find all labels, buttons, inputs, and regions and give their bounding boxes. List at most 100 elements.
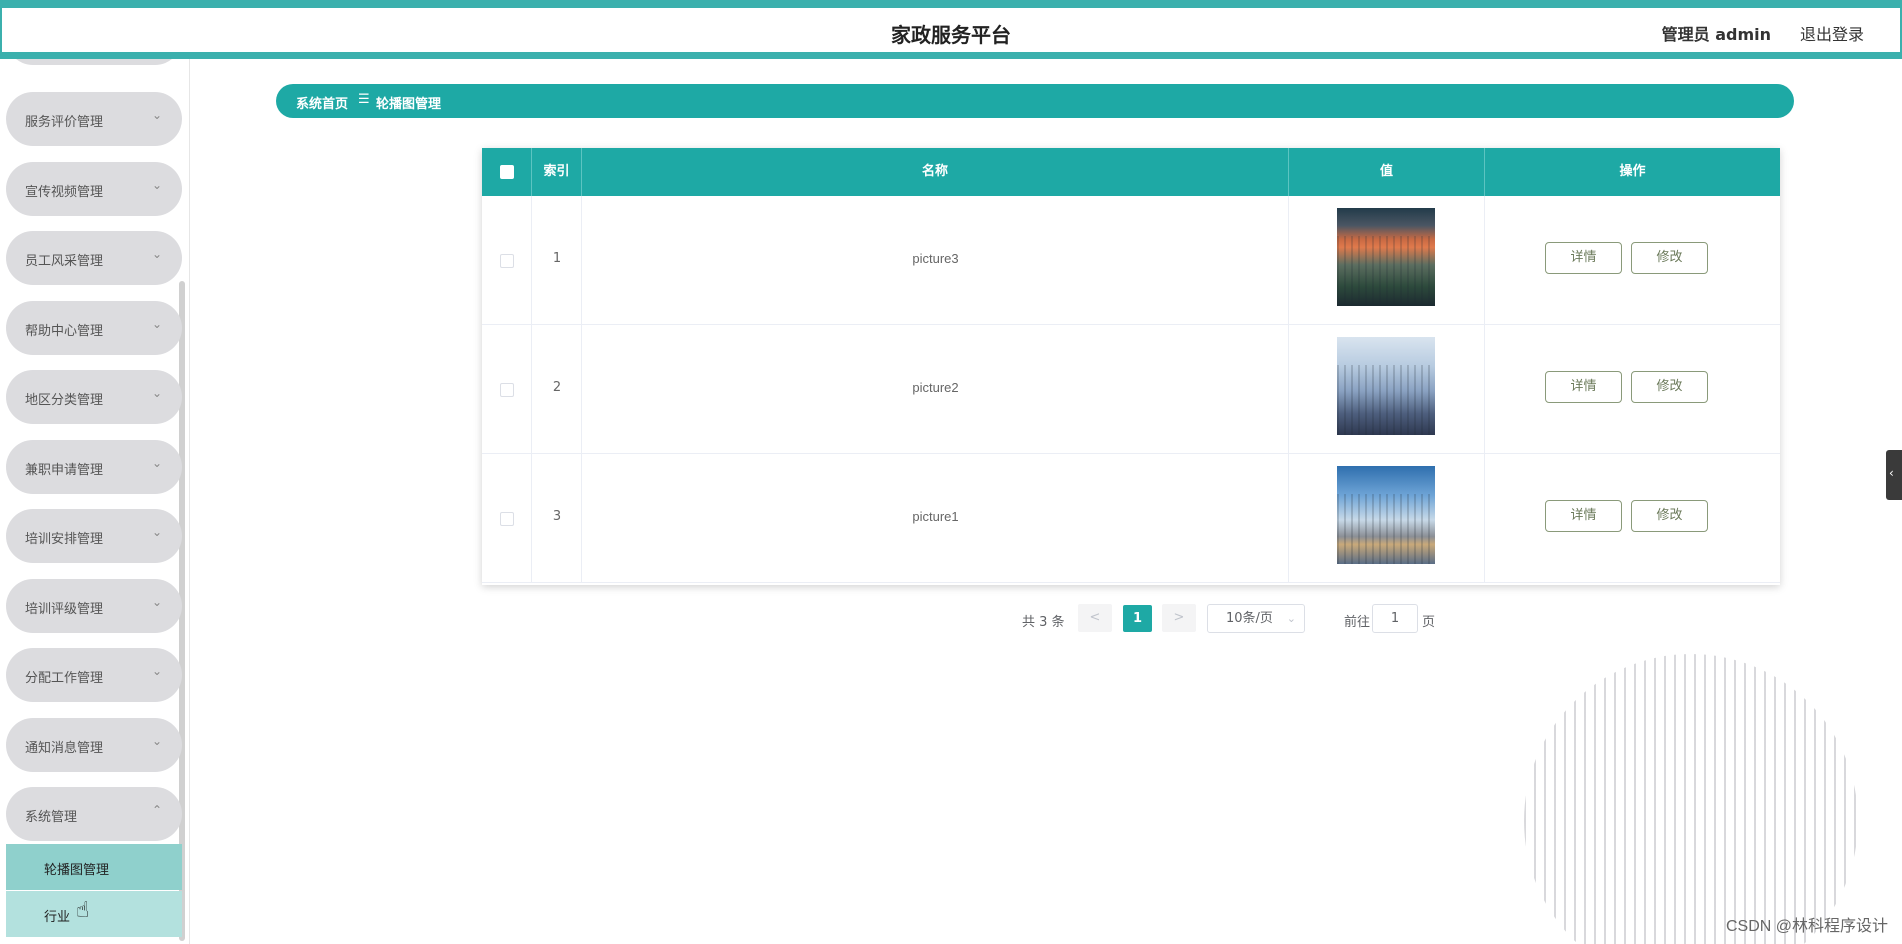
- value-cell: [1289, 325, 1485, 454]
- goto-page-input[interactable]: [1372, 604, 1418, 633]
- select-cell: [482, 325, 532, 454]
- sidebar-item-label: 服务评价管理: [25, 115, 104, 130]
- select-cell: [482, 196, 532, 325]
- sidebar-item[interactable]: 通知消息管理 ⌄: [6, 717, 182, 772]
- row-checkbox[interactable]: [500, 512, 514, 526]
- table-row: 2 picture2 详情 修改: [482, 325, 1780, 454]
- sidebar-item[interactable]: 系统管理 ⌃: [6, 787, 182, 841]
- logout-link[interactable]: 退出登录: [1800, 21, 1864, 45]
- page-size-select[interactable]: 10条/页 ⌄: [1207, 604, 1305, 633]
- header-top-stripe: [0, 0, 1902, 8]
- sidebar-item[interactable]: 分配工作管理 ⌄: [6, 648, 182, 702]
- sidebar-item[interactable]: 培训评级管理 ⌄: [6, 578, 182, 633]
- submenu-item-label: 行业: [44, 910, 71, 925]
- sidebar-item-label: 兼职申请管理: [25, 462, 104, 478]
- sidebar-item-label: 员工风采管理: [25, 254, 104, 269]
- row-index: 2: [552, 380, 562, 395]
- select-all-checkbox[interactable]: [500, 165, 514, 179]
- value-cell: [1289, 454, 1485, 583]
- submenu-item-carousel[interactable]: 轮播图管理: [6, 844, 182, 890]
- breadcrumb-current: 轮播图管理: [376, 97, 442, 112]
- index-cell: 3: [532, 454, 582, 583]
- sidebar-item-partial[interactable]: [6, 59, 182, 65]
- submenu-item-industry[interactable]: 行业: [6, 891, 182, 937]
- table-header: 索引 名称 值 操作: [482, 148, 1780, 196]
- chevron-icon: ⌄: [151, 386, 162, 400]
- site-title: 家政服务平台: [891, 23, 1011, 47]
- sidebar-item-label: 通知消息管理: [25, 740, 104, 756]
- sidebar-item-label: 培训安排管理: [25, 532, 104, 547]
- next-page-button[interactable]: >: [1162, 604, 1196, 632]
- breadcrumb-home[interactable]: 系统首页: [296, 93, 348, 112]
- chevron-icon: ⌄: [151, 664, 162, 678]
- index-cell: 1: [532, 196, 582, 325]
- header-name: 名称: [582, 148, 1289, 196]
- chevron-icon: ⌄: [151, 108, 162, 122]
- side-collapse-tab[interactable]: ‹: [1886, 450, 1902, 500]
- chevron-icon: ⌄: [151, 594, 162, 609]
- edit-button[interactable]: 修改: [1631, 500, 1708, 532]
- sidebar-item[interactable]: 帮助中心管理 ⌄: [6, 300, 182, 355]
- table-row: 3 picture1 详情 修改: [482, 454, 1780, 583]
- goto-label: 前往: [1344, 615, 1371, 630]
- header-actions: 操作: [1619, 164, 1646, 179]
- row-checkbox[interactable]: [500, 383, 514, 397]
- sidebar-item-label: 分配工作管理: [25, 671, 104, 686]
- breadcrumb: 系统首页 ☰ 轮播图管理: [276, 84, 1794, 118]
- row-name: picture3: [912, 251, 959, 266]
- decorative-striped-circle: [1524, 654, 1858, 944]
- carousel-image-thumbnail[interactable]: [1337, 337, 1435, 435]
- detail-button[interactable]: 详情: [1545, 500, 1622, 532]
- header-value: 值: [1289, 148, 1485, 196]
- chevron-left-icon: ‹: [1889, 466, 1894, 480]
- carousel-image-thumbnail[interactable]: [1337, 208, 1435, 306]
- value-cell: [1289, 196, 1485, 325]
- header-select-cell: [482, 148, 532, 196]
- row-index: 3: [552, 509, 562, 524]
- prev-page-button[interactable]: <: [1078, 604, 1112, 632]
- page-number-1[interactable]: 1: [1123, 605, 1152, 632]
- admin-user-label: 管理员 admin: [1661, 25, 1771, 44]
- sidebar-item[interactable]: 培训安排管理 ⌄: [6, 509, 182, 563]
- sidebar-item[interactable]: 员工风采管理 ⌄: [6, 231, 182, 285]
- pagination-total: 共 3 条: [1022, 615, 1065, 630]
- row-checkbox[interactable]: [500, 254, 514, 268]
- carousel-image-thumbnail[interactable]: [1337, 466, 1435, 564]
- sidebar-item[interactable]: 地区分类管理 ⌄: [6, 370, 182, 424]
- header-bottom-stripe: [0, 52, 1902, 59]
- page-size-value: 10条/页: [1226, 611, 1273, 626]
- sidebar-item-label: 宣传视频管理: [25, 184, 104, 200]
- sidebar-item-label: 帮助中心管理: [25, 323, 104, 339]
- sidebar-item[interactable]: 服务评价管理 ⌄: [6, 92, 182, 146]
- actions-cell: 详情 修改: [1485, 196, 1780, 325]
- goto-unit: 页: [1422, 615, 1436, 630]
- chevron-icon: ⌄: [151, 316, 162, 331]
- chevron-icon: ⌄: [151, 177, 162, 192]
- carousel-table: 索引 名称 值 操作 1 picture3 详情 修改 2 picture2 详情 修改 3 pi…: [482, 148, 1780, 585]
- header-index: 索引: [532, 148, 582, 196]
- row-name: picture1: [912, 509, 959, 524]
- actions-cell: 详情 修改: [1485, 454, 1780, 583]
- submenu-item-label: 轮播图管理: [44, 863, 110, 878]
- sidebar-item-label: 地区分类管理: [25, 393, 104, 408]
- row-name: picture2: [912, 380, 959, 395]
- menu-lines-icon: ☰: [358, 92, 370, 107]
- index-cell: 2: [532, 325, 582, 454]
- actions-cell: 详情 修改: [1485, 325, 1780, 454]
- detail-button[interactable]: 详情: [1545, 242, 1622, 274]
- table-row: 1 picture3 详情 修改: [482, 196, 1780, 325]
- watermark: CSDN @林科程序设计: [1725, 918, 1888, 935]
- sidebar-item[interactable]: 兼职申请管理 ⌄: [6, 439, 182, 494]
- sidebar-item[interactable]: 宣传视频管理 ⌄: [6, 161, 182, 216]
- name-cell: picture3: [582, 196, 1289, 325]
- chevron-icon: ⌄: [151, 247, 162, 261]
- edit-button[interactable]: 修改: [1631, 371, 1708, 403]
- edit-button[interactable]: 修改: [1631, 242, 1708, 274]
- select-cell: [482, 454, 532, 583]
- chevron-icon: ⌄: [151, 455, 162, 470]
- chevron-icon: ⌃: [151, 803, 162, 817]
- detail-button[interactable]: 详情: [1545, 371, 1622, 403]
- chevron-icon: ⌄: [151, 525, 162, 539]
- sidebar-item-label: 系统管理: [25, 810, 78, 825]
- sidebar-item-label: 培训评级管理: [25, 601, 104, 617]
